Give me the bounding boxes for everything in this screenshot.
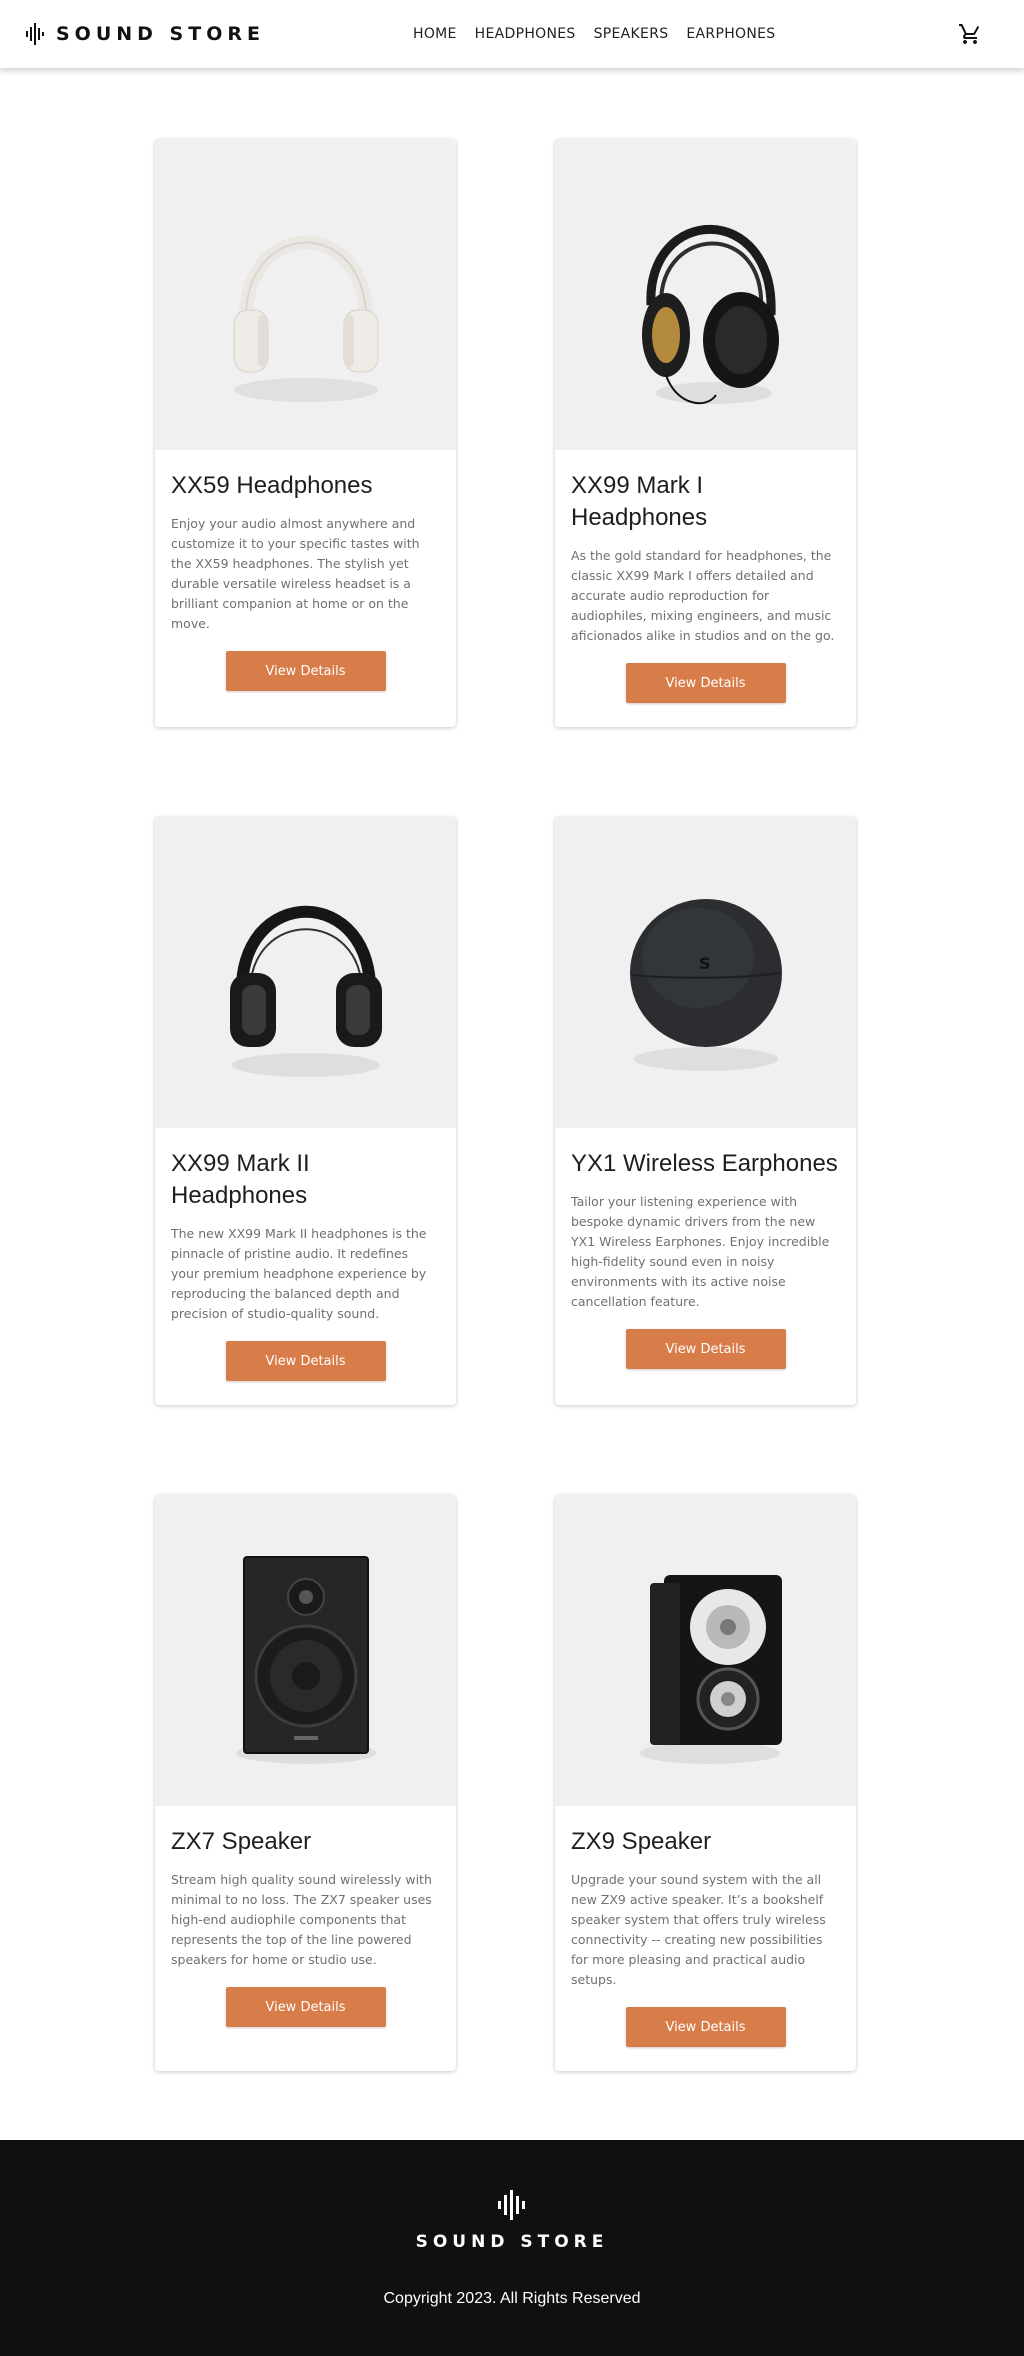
view-details-button[interactable]: View Details [225,651,386,691]
copyright-text: Copyright 2023. All Rights Reserved [383,2290,641,2307]
product-title: ZX7 Speaker [171,1828,312,1855]
view-details-button[interactable]: View Details [625,2007,786,2047]
product-card: XX99 Mark I Headphones As the gold stand… [555,139,856,727]
svg-text:S: S [699,954,711,973]
soundwave-icon [498,2190,525,2220]
product-title: YX1 Wireless Earphones [571,1150,838,1177]
product-grid: XX59 Headphones Enjoy your audio almost … [0,68,1024,2140]
product-card: XX59 Headphones Enjoy your audio almost … [155,139,456,727]
main-nav: HOME HEADPHONES SPEAKERS EARPHONES [413,0,775,68]
black-gold-headphones-image [641,224,779,404]
view-details-button[interactable]: View Details [225,1341,386,1381]
zx9-speaker-image [639,1574,782,1764]
product-description: Enjoy your audio almost anywhere and cus… [171,516,420,631]
product-title: XX59 Headphones [171,472,373,499]
product-card: S YX1 Wireless Earphones Tailor your lis… [555,817,856,1405]
nav-earphones[interactable]: EARPHONES [686,26,775,42]
nav-home[interactable]: HOME [413,26,457,42]
product-card: ZX7 Speaker Stream high quality sound wi… [155,1495,456,2071]
product-card: ZX9 Speaker Upgrade your sound system wi… [555,1495,856,2071]
product-image [555,139,856,450]
footer-brand: SOUND STORE [415,2232,609,2252]
product-card: XX99 Mark II Headphones The new XX99 Mar… [155,817,456,1405]
cart-icon[interactable] [958,22,982,46]
product-title: XX99 Mark I Headphones [571,472,708,531]
product-description: Stream high quality sound wirelessly wit… [171,1872,432,1967]
site-header: SOUND STORE HOME HEADPHONES SPEAKERS EAR… [0,0,1024,68]
view-details-button[interactable]: View Details [625,663,786,703]
product-title: XX99 Mark II Headphones [171,1150,310,1209]
brand-name: SOUND STORE [56,23,265,45]
product-image [155,1495,456,1806]
product-description: Upgrade your sound system with the all n… [571,1872,826,1987]
view-details-button[interactable]: View Details [225,1987,386,2027]
brand-logo[interactable]: SOUND STORE [26,23,265,45]
site-footer: SOUND STORE Copyright 2023. All Rights R… [0,2140,1024,2356]
nav-headphones[interactable]: HEADPHONES [475,26,576,42]
black-headphones-image [229,905,382,1077]
white-headphones-image [233,235,378,402]
product-image: S [555,817,856,1128]
zx7-speaker-image [235,1555,376,1764]
product-description: Tailor your listening experience with be… [571,1194,830,1309]
soundwave-icon [26,23,44,45]
product-description: The new XX99 Mark II headphones is the p… [171,1226,427,1321]
product-image [155,139,456,450]
product-image [155,817,456,1128]
product-title: ZX9 Speaker [571,1828,712,1855]
product-description: As the gold standard for headphones, the… [571,548,835,643]
view-details-button[interactable]: View Details [625,1329,786,1369]
nav-speakers[interactable]: SPEAKERS [594,26,669,42]
earphones-case-image: S [629,898,782,1071]
product-image [555,1495,856,1806]
